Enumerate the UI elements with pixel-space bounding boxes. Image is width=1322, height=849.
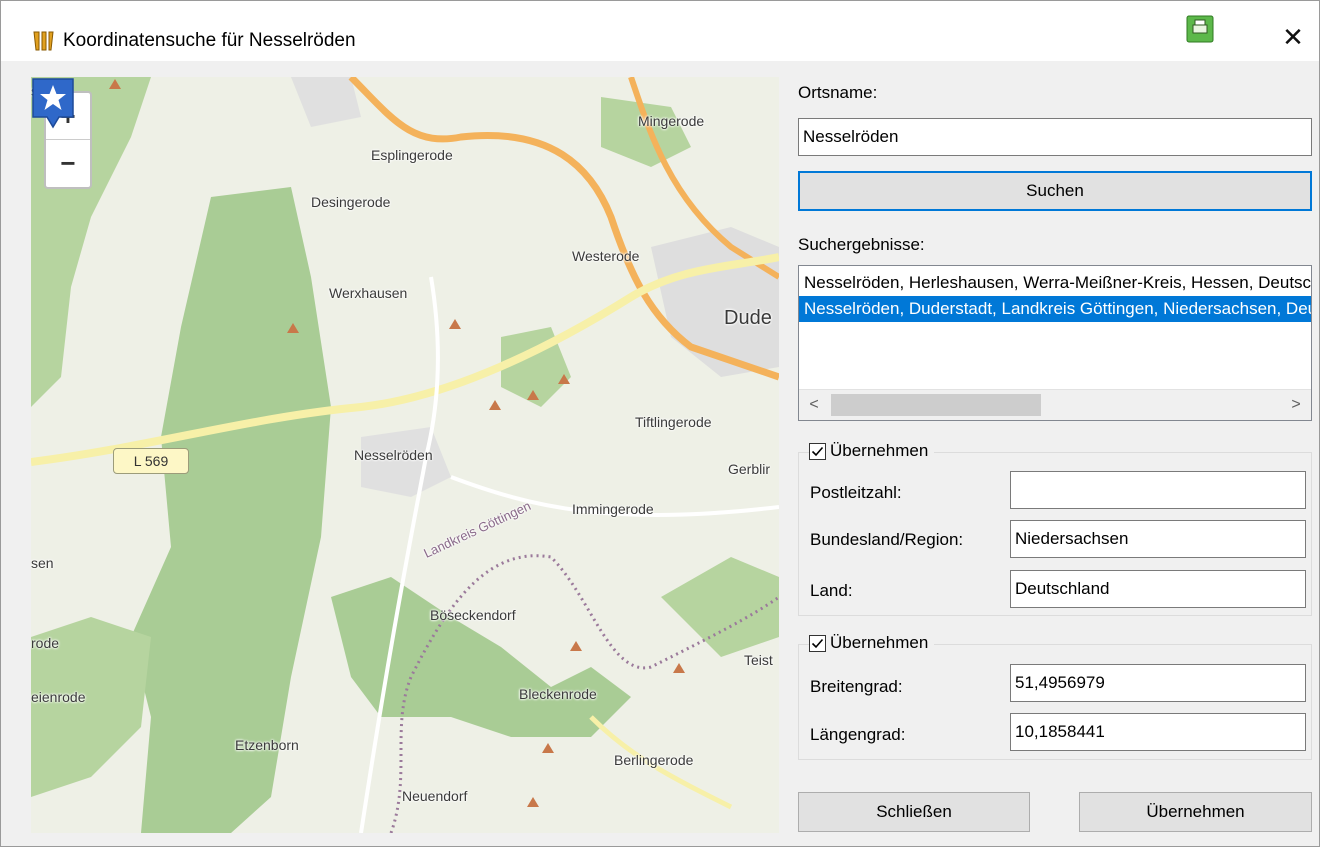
place-label: Tiftlingerode (635, 414, 712, 430)
close-window-button[interactable]: ✕ (1271, 19, 1315, 55)
dialog-window: Koordinatensuche für Nesselröden ✕ Espli… (0, 0, 1320, 847)
place-label: sen (31, 555, 54, 571)
place-label: Immingerode (572, 501, 654, 517)
region-label: Bundesland/Region: (810, 530, 964, 549)
map-view[interactable]: Esplingerode Mingerode Desingerode Weste… (31, 77, 779, 833)
star-marker-icon[interactable] (31, 77, 75, 133)
horizontal-scrollbar[interactable]: < > (799, 389, 1311, 420)
road-number-badge: L 569 (113, 448, 189, 474)
place-label: Werxhausen (329, 285, 408, 301)
close-button[interactable]: Schließen (798, 792, 1030, 832)
place-label: Mingerode (638, 113, 705, 129)
search-result-item[interactable]: Nesselröden, Herleshausen, Werra-Meißner… (799, 270, 1311, 296)
window-title: Koordinatensuche für Nesselröden (63, 30, 356, 51)
region-input[interactable]: Niedersachsen (1010, 520, 1306, 558)
place-label: rode (31, 635, 60, 651)
postal-code-input[interactable] (1010, 471, 1306, 509)
printer-tray-icon[interactable] (1186, 11, 1214, 43)
search-results-list[interactable]: Nesselröden, Herleshausen, Werra-Meißner… (798, 265, 1312, 421)
place-label: Westerode (572, 248, 640, 264)
place-label: Böseckendorf (430, 607, 516, 623)
coordinates-apply-checkbox[interactable] (809, 634, 826, 652)
address-apply-label: Übernehmen (830, 441, 929, 460)
place-name-label: Ortsname: (798, 83, 878, 102)
longitude-label: Längengrad: (810, 725, 906, 744)
place-label: Esplingerode (371, 147, 453, 163)
address-apply-checkbox[interactable] (809, 442, 826, 460)
place-label: Teist (744, 652, 773, 668)
place-label: Gerblir (728, 461, 771, 477)
place-label: Nesselröden (354, 447, 433, 463)
checkmark-icon (811, 638, 824, 648)
place-label: Dude (724, 307, 772, 329)
apply-button[interactable]: Übernehmen (1079, 792, 1312, 832)
coordinates-apply-label: Übernehmen (830, 633, 929, 652)
longitude-input[interactable]: 10,1858441 (1010, 713, 1306, 751)
app-logo-icon (33, 31, 54, 51)
zoom-out-button[interactable]: − (46, 140, 90, 186)
search-results-label: Suchergebnisse: (798, 235, 925, 254)
place-label: eienrode (31, 689, 86, 705)
scroll-right-button[interactable]: > (1281, 390, 1311, 420)
title-bar: Koordinatensuche für Nesselröden ✕ (1, 1, 1319, 61)
place-name-input[interactable]: Nesselröden (798, 118, 1312, 156)
place-label: Bleckenrode (519, 686, 597, 702)
address-apply-toggle[interactable]: Übernehmen (809, 441, 935, 461)
place-label: Berlingerode (614, 752, 694, 768)
coordinates-apply-toggle[interactable]: Übernehmen (809, 633, 935, 653)
close-icon: ✕ (1282, 22, 1304, 52)
postal-code-label: Postleitzahl: (810, 483, 902, 502)
checkmark-icon (811, 446, 824, 456)
scrollbar-thumb[interactable] (831, 394, 1041, 416)
place-label: Desingerode (311, 194, 391, 210)
place-label: Neuendorf (402, 788, 468, 804)
place-label: Etzenborn (235, 737, 299, 753)
latitude-input[interactable]: 51,4956979 (1010, 664, 1306, 702)
search-result-item-selected[interactable]: Nesselröden, Duderstadt, Landkreis Götti… (799, 296, 1311, 322)
country-label: Land: (810, 581, 853, 600)
search-button[interactable]: Suchen (798, 171, 1312, 211)
scroll-left-button[interactable]: < (799, 390, 829, 420)
country-input[interactable]: Deutschland (1010, 570, 1306, 608)
latitude-label: Breitengrad: (810, 677, 903, 696)
